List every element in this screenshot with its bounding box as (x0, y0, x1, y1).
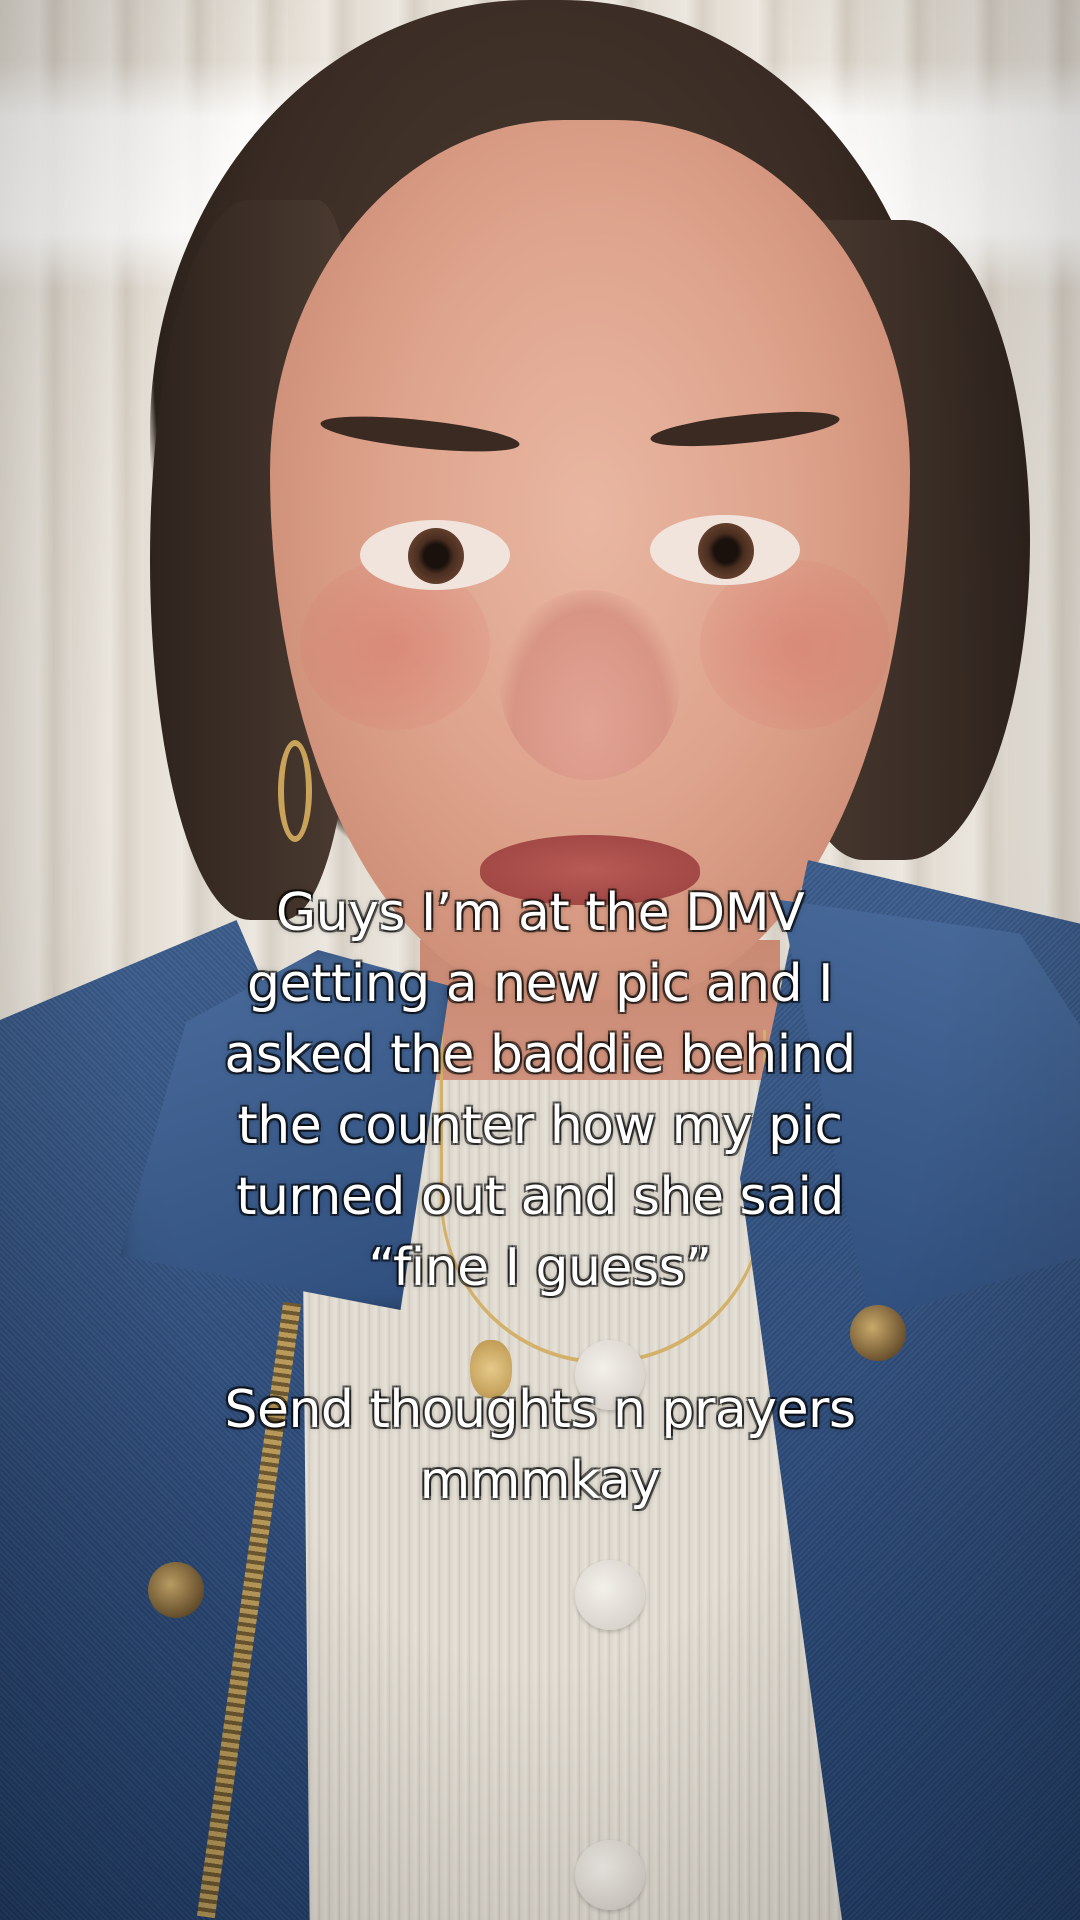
cheek-right (700, 560, 890, 730)
caption-line: Send thoughts n prayers (224, 1380, 856, 1440)
iris (408, 528, 464, 584)
caption-line: mmmkay (419, 1451, 661, 1511)
video-caption: Guys I’m at the DMV getting a new pic an… (90, 878, 990, 1517)
eye-right (650, 515, 800, 585)
caption-line: “fine I guess” (368, 1238, 712, 1298)
eye-left (360, 520, 510, 590)
caption-line: Guys I’m at the DMV (275, 883, 805, 943)
iris (698, 523, 754, 579)
caption-line: turned out and she said (236, 1167, 844, 1227)
caption-line: the counter how my pic (237, 1096, 843, 1156)
video-frame: Guys I’m at the DMV getting a new pic an… (0, 0, 1080, 1920)
caption-line: getting a new pic and I (247, 954, 833, 1014)
jacket-snap-button (148, 1562, 204, 1618)
caption-line: asked the baddie behind (224, 1025, 856, 1085)
nose (500, 590, 680, 780)
shirt-button (575, 1560, 645, 1630)
shirt-button (575, 1840, 645, 1910)
hoop-earring (278, 740, 312, 842)
